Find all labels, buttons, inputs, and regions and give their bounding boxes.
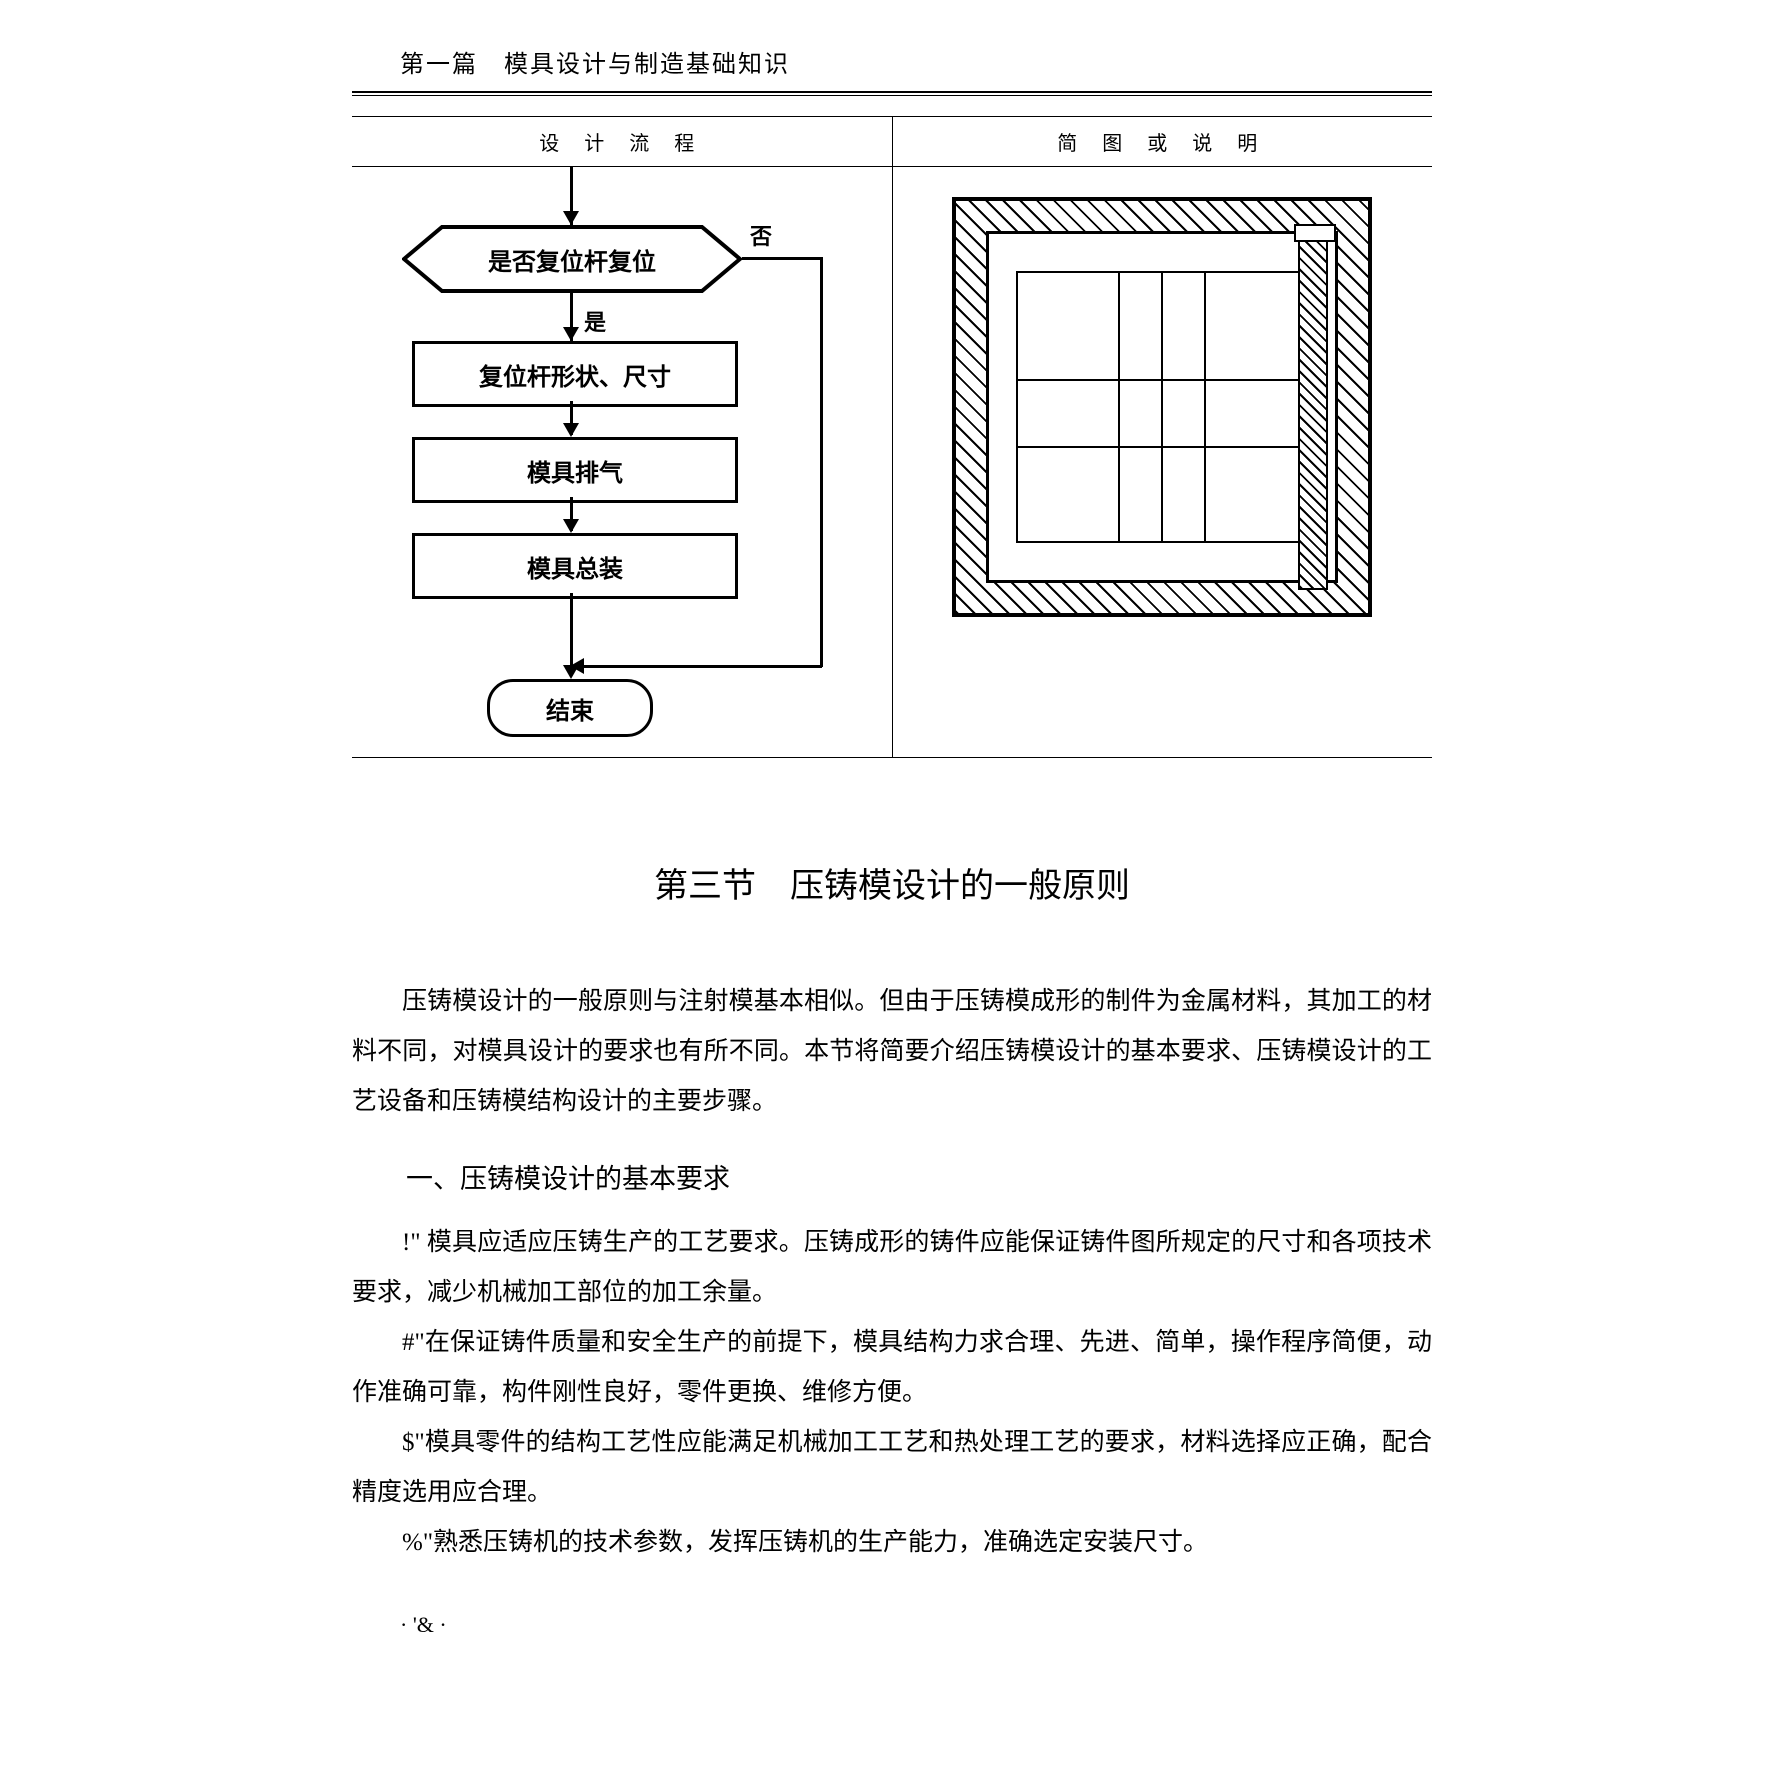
flow-process-2: 模具排气 — [412, 437, 738, 503]
list-item-1: !" 模具应适应压铸生产的工艺要求。压铸成形的铸件应能保证铸件图所规定的尺寸和各… — [352, 1218, 1432, 1318]
flow-line — [820, 257, 823, 667]
arrow-head-icon — [563, 519, 579, 533]
flow-process-3: 模具总装 — [412, 533, 738, 599]
bullet: #" — [402, 1329, 425, 1356]
list-item-3: $"模具零件的结构工艺性应能满足机械加工工艺和热处理工艺的要求，材料选择应正确，… — [352, 1418, 1432, 1518]
list-item-4: %"熟悉压铸机的技术参数，发挥压铸机的生产能力，准确选定安装尺寸。 — [352, 1518, 1432, 1568]
flow-label-no: 否 — [750, 219, 772, 251]
arrow-head-icon — [563, 665, 579, 679]
arrow-head-icon — [563, 327, 579, 341]
arrow-head-icon — [563, 423, 579, 437]
item-text: 在保证铸件质量和安全生产的前提下，模具结构力求合理、先进、简单，操作程序简便，动… — [352, 1329, 1432, 1406]
page-header: 第一篇 模具设计与制造基础知识 — [352, 44, 1432, 93]
subheading-1: 一、压铸模设计的基本要求 — [352, 1157, 1432, 1196]
flow-decision: 是否复位杆复位 — [402, 225, 742, 293]
section-title: 第三节 压铸模设计的一般原则 — [352, 858, 1432, 907]
flow-terminal: 结束 — [487, 679, 653, 737]
mold-bolt-detail — [1298, 236, 1328, 590]
mold-inner-detail — [1016, 271, 1308, 543]
table-header-left: 设 计 流 程 — [352, 117, 892, 167]
flow-arrow — [570, 593, 573, 665]
flow-line — [570, 665, 822, 668]
arrow-head-icon — [563, 211, 579, 225]
bullet: %" — [402, 1529, 433, 1556]
header-rule — [352, 95, 1432, 96]
bullet: $" — [402, 1429, 425, 1456]
table-header-right: 简 图 或 说 明 — [893, 117, 1433, 167]
intro-paragraph: 压铸模设计的一般原则与注射模基本相似。但由于压铸模成形的制件为金属材料，其加工的… — [352, 977, 1432, 1127]
flow-process-1: 复位杆形状、尺寸 — [412, 341, 738, 407]
mold-cross-section-figure — [952, 197, 1372, 617]
flow-decision-label: 是否复位杆复位 — [402, 225, 742, 293]
list-item-2: #"在保证铸件质量和安全生产的前提下，模具结构力求合理、先进、简单，操作程序简便… — [352, 1318, 1432, 1418]
bullet: !" — [402, 1229, 421, 1256]
item-text: 模具零件的结构工艺性应能满足机械加工工艺和热处理工艺的要求，材料选择应正确，配合… — [352, 1429, 1432, 1506]
flow-line — [742, 257, 822, 260]
item-text: 模具应适应压铸生产的工艺要求。压铸成形的铸件应能保证铸件图所规定的尺寸和各项技术… — [352, 1229, 1432, 1306]
layout-table: 设 计 流 程 是否复位杆复位 否 是 — [352, 116, 1432, 758]
flow-label-yes: 是 — [584, 305, 606, 337]
page-number: · '& · — [352, 1612, 1432, 1638]
item-text: 熟悉压铸机的技术参数，发挥压铸机的生产能力，准确选定安装尺寸。 — [433, 1529, 1208, 1556]
flowchart-figure: 是否复位杆复位 否 是 复位杆形状、尺寸 模具排气 — [352, 167, 892, 757]
